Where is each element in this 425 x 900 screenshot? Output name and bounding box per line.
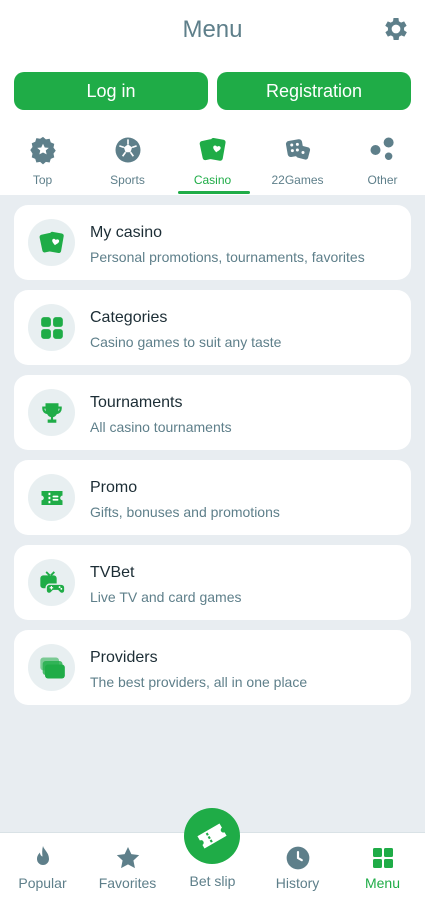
gear-icon [385,18,407,40]
list-item-categories[interactable]: Categories Casino games to suit any tast… [14,290,411,365]
nav-menu[interactable]: Menu [340,833,425,900]
nav-history[interactable]: History [255,833,340,900]
casino-menu-list: My casino Personal promotions, tournamen… [14,205,411,715]
tab-casino[interactable]: Casino [170,134,255,195]
ticket-icon [197,823,227,849]
tab-label: Top [32,173,53,187]
login-button[interactable]: Log in [14,72,208,110]
tab-22games[interactable]: 22Games [255,134,340,195]
nav-label: Menu [364,875,401,891]
category-tabs: Top Sports Casino 22Games Other [0,134,425,195]
tv-gamepad-icon [39,570,66,594]
nav-popular[interactable]: Popular [0,833,85,900]
ticket-icon [41,490,62,505]
item-subtitle: Live TV and card games [90,589,242,605]
item-icon-badge [28,559,75,606]
tab-other[interactable]: Other [340,134,425,195]
dots-icon [370,137,394,160]
list-item-providers[interactable]: Providers The best providers, all in one… [14,630,411,705]
registration-button[interactable]: Registration [217,72,411,110]
item-title: TVBet [90,564,135,581]
nav-favorites[interactable]: Favorites [85,833,170,900]
nav-label-bet-slip: Bet slip [189,873,236,889]
list-item-tournaments[interactable]: Tournaments All casino tournaments [14,375,411,450]
stack-icon [39,657,65,678]
item-subtitle: The best providers, all in one place [90,674,308,690]
bet-slip-button[interactable] [184,808,240,864]
tab-label: Casino [193,173,232,187]
nav-label: Favorites [98,875,157,891]
tab-label: Sports [110,173,145,187]
list-item-promo[interactable]: Promo Gifts, bonuses and promotions [14,460,411,535]
item-title: My casino [90,224,163,241]
item-title: Promo [90,479,138,496]
trophy-icon [41,402,62,423]
tab-top[interactable]: Top [0,134,85,195]
item-title: Providers [90,649,158,666]
soccer-ball-icon [115,137,140,163]
star-icon [116,846,139,869]
grid-icon [372,848,393,868]
item-title: Tournaments [90,394,183,411]
badge-star-icon [29,136,56,165]
item-subtitle: Casino games to suit any taste [90,334,282,350]
list-item-my-casino[interactable]: My casino Personal promotions, tournamen… [14,205,411,280]
item-subtitle: All casino tournaments [90,419,232,435]
settings-button[interactable] [381,14,411,44]
page-title: Menu [182,16,243,43]
item-icon-badge [28,644,75,691]
item-icon-badge [28,474,75,521]
nav-label: History [275,875,320,891]
clock-icon [286,846,309,870]
tab-label: Other [367,173,398,187]
item-subtitle: Gifts, bonuses and promotions [90,504,280,520]
active-tab-indicator [178,191,250,194]
item-title: Categories [90,309,168,326]
cards-icon [39,231,64,253]
grid-icon [40,316,63,339]
item-icon-badge [28,219,75,266]
nav-label: Popular [18,875,67,891]
item-icon-badge [28,304,75,351]
tab-sports[interactable]: Sports [85,134,170,195]
list-item-tvbet[interactable]: TVBet Live TV and card games [14,545,411,620]
item-icon-badge [28,389,75,436]
flame-icon [36,846,49,865]
tab-label: 22Games [271,173,324,187]
header: Menu Log in Registration Top Sports Casi… [0,0,425,195]
dice-icon [285,139,310,160]
cards-icon [199,138,226,161]
item-subtitle: Personal promotions, tournaments, favori… [90,249,365,265]
